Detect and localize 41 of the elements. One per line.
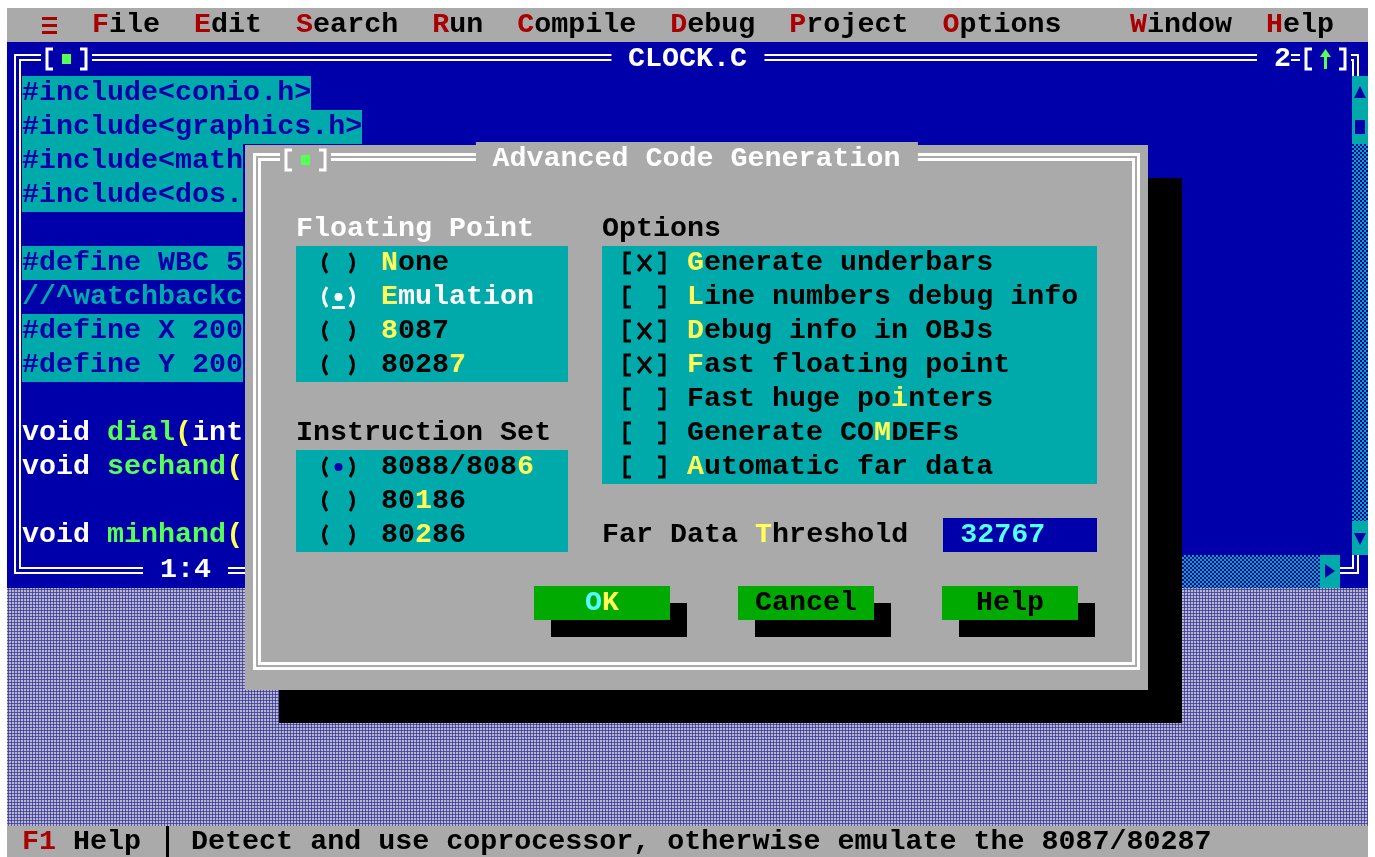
code-line: void minhand( <box>22 518 244 552</box>
field-label: Far Data Threshold <box>602 518 909 552</box>
option-label: Debug info in OBJs <box>687 314 994 348</box>
option-label: Line numbers debug info <box>687 280 1079 314</box>
menu-item[interactable]: Window <box>1129 8 1232 42</box>
group-label: Options <box>602 212 723 246</box>
status-message: Detect and use coprocessor, otherwise emulate the 8087/80287 <box>191 826 1212 857</box>
option-label: 8088/8086 <box>381 450 535 484</box>
option-label: Fast floating point <box>687 348 1011 382</box>
scroll-thumb[interactable] <box>1352 110 1368 144</box>
menu-item[interactable]: Project <box>789 8 909 42</box>
option-label: 80287 <box>381 348 467 382</box>
option-label: Emulation <box>381 280 535 314</box>
code-line: void sechand( <box>22 450 244 484</box>
menu-item[interactable]: Debug <box>670 8 756 42</box>
input-field[interactable]: 32767 <box>943 518 1097 552</box>
menu-item[interactable]: Search <box>296 8 399 42</box>
menu-item[interactable]: Compile <box>517 8 637 42</box>
group-label: Floating Point <box>296 212 536 246</box>
option-label: Generate underbars <box>687 246 994 280</box>
option-label: 80286 <box>381 518 467 552</box>
option-label: Automatic far data <box>687 450 994 484</box>
group-label: Instruction Set <box>296 416 553 450</box>
option-label: 8087 <box>381 314 450 348</box>
menu-item[interactable]: Run <box>432 8 484 42</box>
horizontal-scrollbar[interactable] <box>1182 555 1340 588</box>
menu-item[interactable]: Help <box>1265 8 1334 42</box>
menu-item[interactable]: Edit <box>194 8 263 42</box>
option-label: 80186 <box>381 484 467 518</box>
menu-item[interactable]: Options <box>942 8 1062 42</box>
option-label: None <box>381 246 450 280</box>
option-label: Generate COMDEFs <box>687 416 960 450</box>
menu-icon[interactable] <box>41 15 58 35</box>
help-hint[interactable]: F1 Help <box>22 826 142 857</box>
vertical-scrollbar[interactable] <box>1352 76 1368 555</box>
menu-item[interactable]: File <box>92 8 161 42</box>
dialog-button[interactable]: Cancel <box>738 586 874 620</box>
code-line: //^watchbackc <box>22 280 244 314</box>
dialog-button[interactable]: Help <box>942 586 1078 620</box>
code-line: void dial(int <box>22 416 244 450</box>
option-label: Fast huge pointers <box>687 382 994 416</box>
